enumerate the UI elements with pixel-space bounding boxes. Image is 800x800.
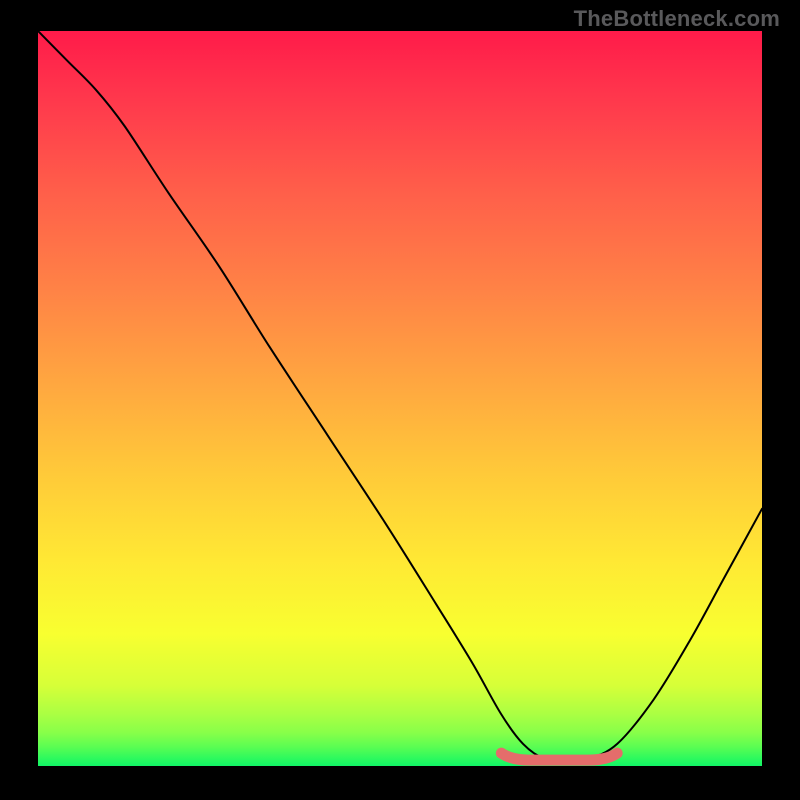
gradient-background xyxy=(38,31,762,766)
bottleneck-chart xyxy=(0,0,800,800)
watermark-text: TheBottleneck.com xyxy=(574,6,780,32)
chart-container: TheBottleneck.com xyxy=(0,0,800,800)
